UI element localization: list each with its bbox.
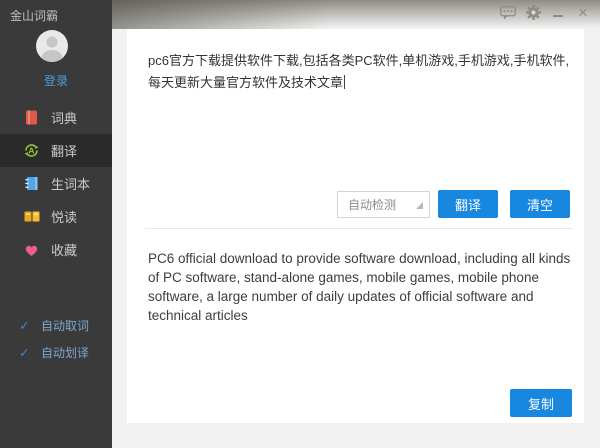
window-controls: × (500, 4, 591, 21)
sidebar-item-label: 词典 (51, 108, 77, 127)
auto-word-capture-option[interactable]: ✓ 自动取词 (0, 312, 112, 339)
option-label: 自动取词 (41, 317, 89, 334)
text-caret (344, 75, 345, 89)
result-text: PC6 official download to provide softwar… (148, 249, 581, 325)
sidebar-item-dictionary[interactable]: 词典 (0, 101, 112, 134)
sidebar: 金山词霸 登录 词典 (0, 0, 112, 448)
sidebar-item-translate[interactable]: A 翻译 (0, 134, 112, 167)
auto-selection-translate-option[interactable]: ✓ 自动划译 (0, 339, 112, 366)
dictionary-book-icon (23, 109, 40, 126)
translate-button[interactable]: 翻译 (438, 190, 498, 218)
minimize-icon[interactable] (550, 5, 566, 21)
language-select-value: 自动检测 (348, 196, 396, 213)
sidebar-menu: 词典 A 翻译 (0, 101, 112, 266)
user-silhouette-icon (36, 30, 68, 62)
close-icon[interactable]: × (575, 5, 591, 21)
svg-text:A: A (28, 145, 34, 155)
settings-gear-icon[interactable] (525, 5, 541, 21)
sidebar-item-wordbook[interactable]: 生词本 (0, 167, 112, 200)
checkmark-icon: ✓ (19, 318, 33, 334)
option-label: 自动划译 (41, 344, 89, 361)
heart-icon (23, 241, 40, 258)
sidebar-item-label: 悦读 (51, 207, 77, 226)
source-text: pc6官方下载提供软件下载,包括各类PC软件,单机游戏,手机游戏,手机软件,每天… (148, 53, 569, 90)
feedback-icon[interactable] (500, 5, 516, 21)
app-title: 金山词霸 (10, 7, 58, 24)
sidebar-item-reading[interactable]: 悦读 (0, 200, 112, 233)
source-text-area[interactable]: pc6官方下载提供软件下载,包括各类PC软件,单机游戏,手机游戏,手机软件,每天… (148, 50, 573, 94)
translate-icon: A (23, 142, 40, 159)
translate-controls: 自动检测 翻译 清空 (337, 190, 570, 218)
copy-button[interactable]: 复制 (510, 389, 572, 417)
dropdown-arrow-icon (416, 202, 423, 209)
sidebar-item-favorites[interactable]: 收藏 (0, 233, 112, 266)
login-link[interactable]: 登录 (0, 72, 112, 89)
main-area: × pc6官方下载提供软件下载,包括各类PC软件,单机游戏,手机游戏,手机软件,… (112, 0, 600, 448)
sidebar-item-label: 生词本 (51, 174, 90, 193)
language-select[interactable]: 自动检测 (337, 191, 430, 218)
titlebar: × (112, 0, 600, 29)
avatar[interactable] (36, 30, 68, 62)
app-window: 金山词霸 登录 词典 (0, 0, 600, 448)
minimize-bar (553, 15, 563, 17)
sidebar-options: ✓ 自动取词 ✓ 自动划译 (0, 312, 112, 366)
checkmark-icon: ✓ (19, 345, 33, 361)
sidebar-item-label: 翻译 (51, 141, 77, 160)
result-divider (145, 228, 573, 229)
sidebar-item-label: 收藏 (51, 240, 77, 259)
translator-panel: pc6官方下载提供软件下载,包括各类PC软件,单机游戏,手机游戏,手机软件,每天… (127, 29, 584, 423)
reading-books-icon (23, 208, 40, 225)
wordbook-icon (23, 175, 40, 192)
clear-button[interactable]: 清空 (510, 190, 570, 218)
